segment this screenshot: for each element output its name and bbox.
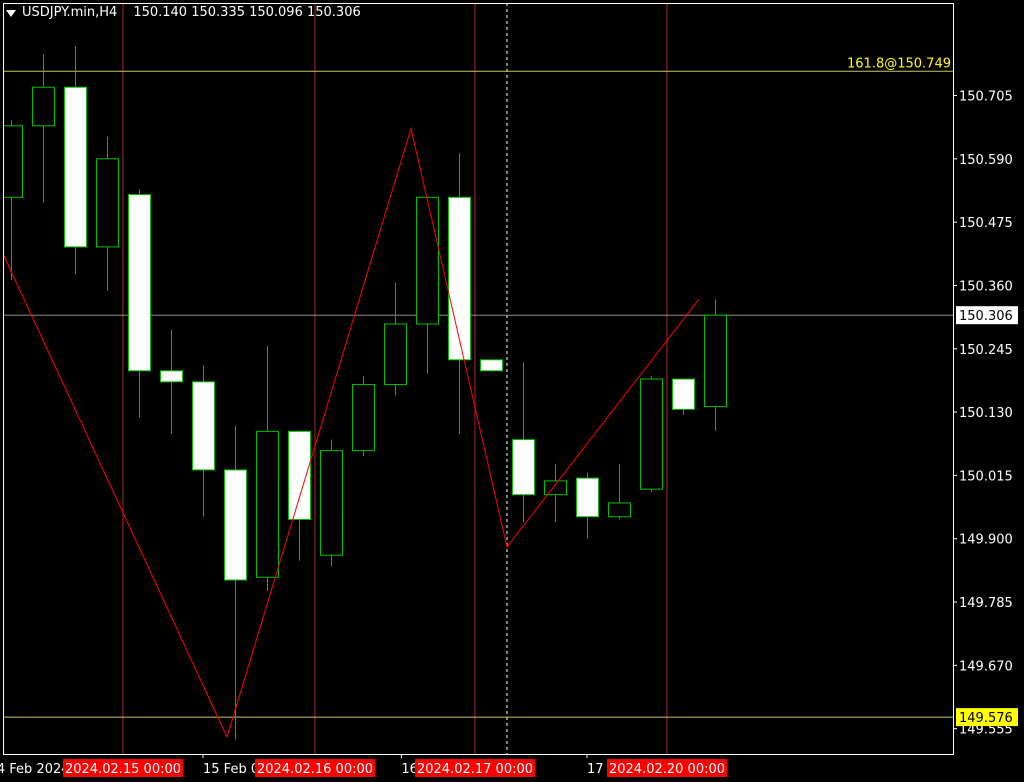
fib-level-label: 161.8@150.749 [847,56,951,71]
time-badge-label: 2024.02.20 00:00 [609,762,725,777]
y-axis-tick-label: 149.670 [959,659,1013,674]
candle-body[interactable] [128,194,151,372]
candle-body[interactable] [96,158,119,248]
y-axis-tick-label: 150.360 [959,279,1013,294]
y-axis-tick-label: 149.900 [959,533,1013,548]
candle-body[interactable] [672,378,695,410]
plot-frame [3,3,954,755]
candle-body[interactable] [352,384,375,452]
candle-body[interactable] [576,477,599,518]
candle-body[interactable] [480,359,503,372]
candle-body[interactable] [640,378,663,490]
candle-body[interactable] [544,480,567,496]
candle-body[interactable] [704,314,727,408]
time-badge-label: 2024.02.15 00:00 [65,762,181,777]
candle-body[interactable] [320,450,343,556]
candle-body[interactable] [288,430,311,520]
candle-body[interactable] [64,86,87,248]
candle-body[interactable] [192,381,215,471]
y-axis-tick-label: 150.475 [959,216,1013,231]
candle-body[interactable] [160,370,183,383]
y-axis-tick-label: 150.015 [959,469,1013,484]
candle-body[interactable] [512,439,535,496]
candle-body[interactable] [416,196,439,325]
candle-body[interactable] [608,502,631,518]
time-badge-label: 2024.02.17 00:00 [417,762,533,777]
bid-price-badge: 150.306 [959,309,1013,324]
price-chart[interactable]: 161.8@150.749 150.705 150.590 150.475 150.36… [0,0,1024,782]
candle-body[interactable] [256,430,279,578]
candle-body[interactable] [224,469,247,581]
time-badge-label: 2024.02.16 00:00 [257,762,373,777]
y-axis-tick-label: 150.130 [959,406,1013,421]
x-axis-time-label: 14 Feb 2024 [0,762,70,777]
support-level-badge: 149.576 [959,711,1013,726]
candle-body[interactable] [448,196,471,361]
y-axis-tick-label: 150.705 [959,89,1013,104]
y-axis-tick-label: 149.785 [959,596,1013,611]
y-axis-tick-label: 150.590 [959,153,1013,168]
candle-body[interactable] [32,86,55,127]
candle-body[interactable] [384,323,407,386]
y-axis-tick-label: 150.245 [959,343,1013,358]
